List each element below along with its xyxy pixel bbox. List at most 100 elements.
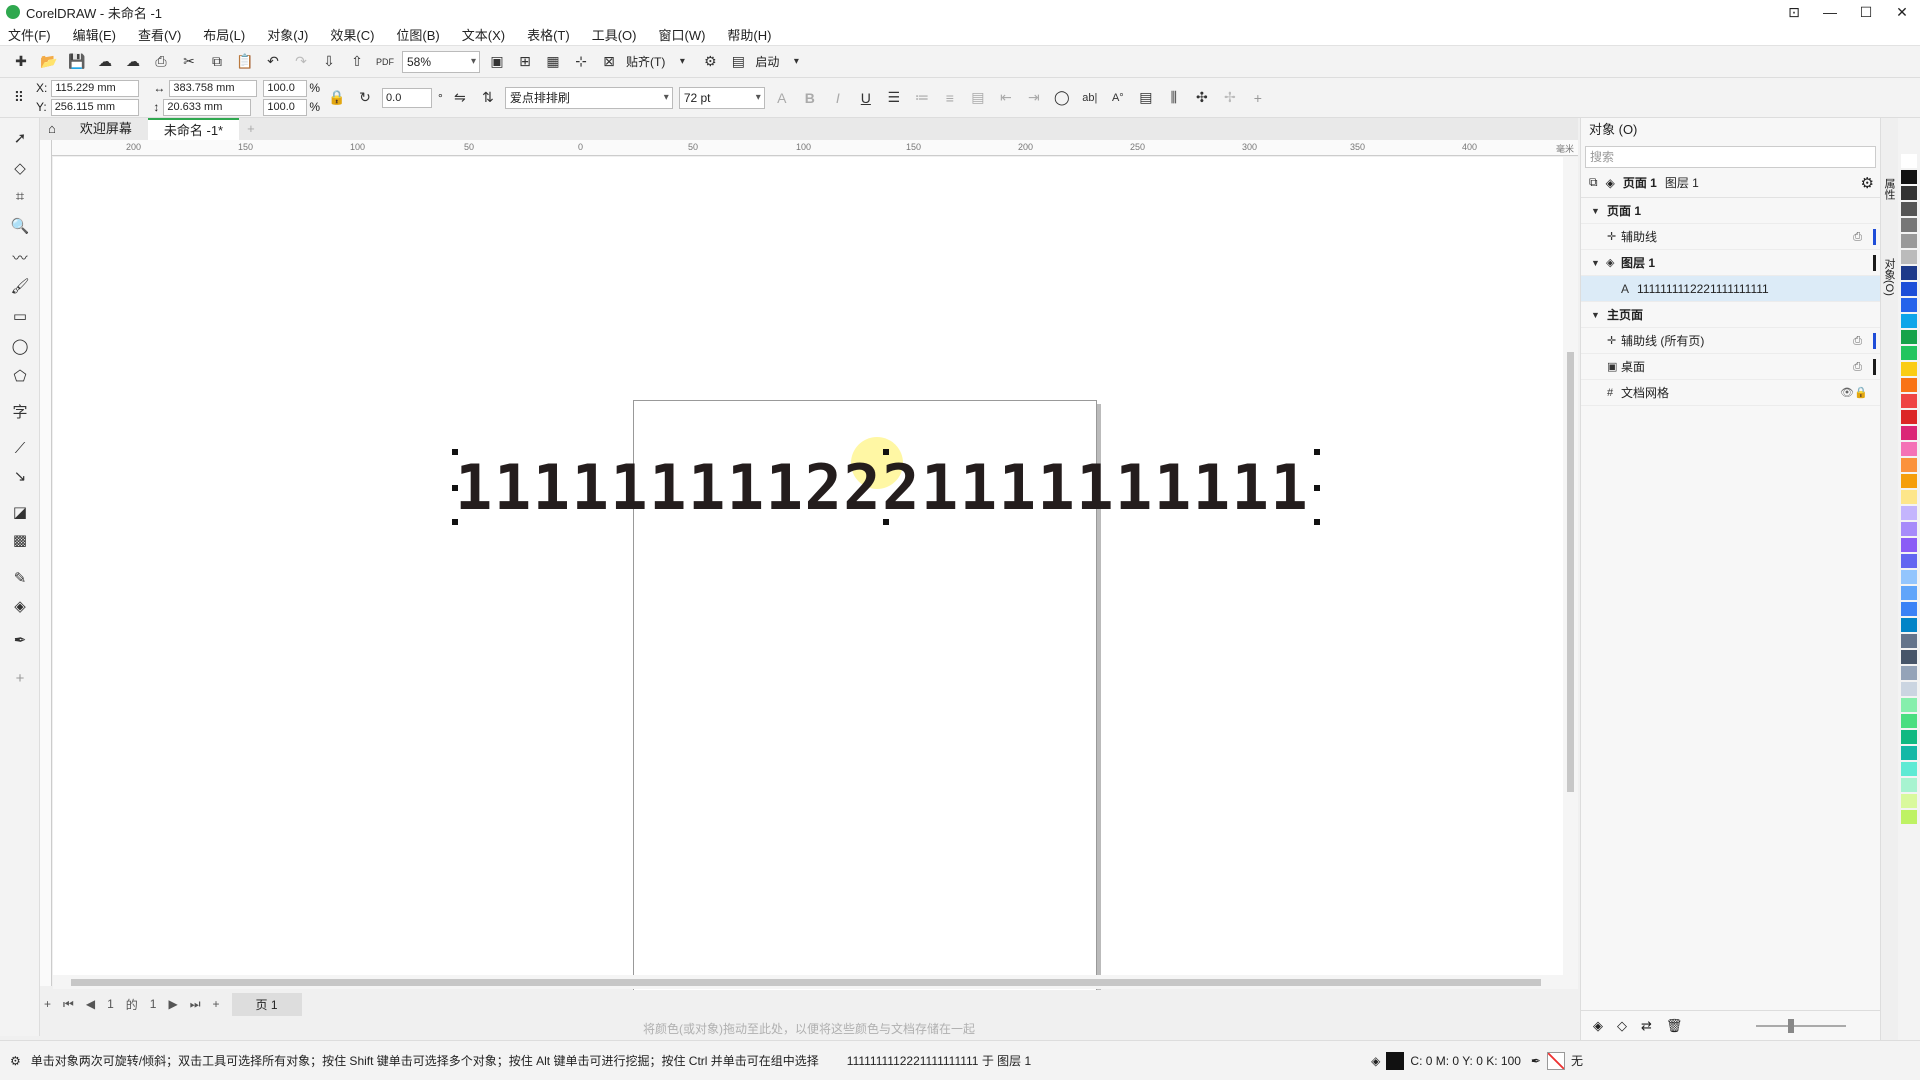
- palette-swatch[interactable]: [1901, 458, 1917, 473]
- fill-swatch[interactable]: [1386, 1051, 1405, 1070]
- ellipse-tool-icon[interactable]: ◯: [9, 336, 31, 358]
- launcher-icon[interactable]: ▤: [727, 51, 749, 73]
- height-field[interactable]: 20.633 mm: [163, 98, 252, 116]
- print-toggle-icon[interactable]: ⎙: [1853, 328, 1862, 354]
- palette-swatch[interactable]: [1901, 378, 1917, 393]
- new-layer-icon[interactable]: ◈: [1593, 1018, 1603, 1034]
- text-properties-icon[interactable]: ab|: [1079, 87, 1101, 109]
- selection-handle[interactable]: [883, 519, 889, 525]
- side-tab-properties[interactable]: 属性: [1883, 178, 1897, 200]
- menu-tools[interactable]: 工具(O): [592, 25, 637, 44]
- snap-to-dropdown[interactable]: 贴齐(T): [626, 53, 665, 70]
- selected-text-object[interactable]: 1111111112221111111111: [455, 452, 1323, 524]
- lock-icon[interactable]: 🔒: [1854, 380, 1868, 406]
- first-page-icon[interactable]: ⏮: [63, 997, 74, 1012]
- rotate-icon[interactable]: ↻: [354, 87, 376, 109]
- side-tab-objects[interactable]: 对象(O): [1883, 258, 1897, 296]
- tree-row-guides[interactable]: ✛ 辅助线 ⎙: [1581, 224, 1880, 250]
- shape-tool-icon[interactable]: ◇: [9, 158, 31, 180]
- palette-swatch[interactable]: [1901, 794, 1917, 809]
- add-page-icon[interactable]: +: [44, 997, 51, 1011]
- bold-button[interactable]: B: [799, 87, 821, 109]
- cloud-upload-icon[interactable]: ☁: [94, 51, 116, 73]
- options-gear-icon[interactable]: ⚙: [699, 51, 721, 73]
- minimize-button[interactable]: —: [1812, 0, 1848, 24]
- show-rulers-icon[interactable]: ⊞: [514, 51, 536, 73]
- palette-swatch[interactable]: [1901, 170, 1917, 185]
- palette-swatch[interactable]: [1901, 282, 1917, 297]
- menu-effects[interactable]: 效果(C): [330, 25, 374, 44]
- vertical-text-icon[interactable]: ⫼: [1163, 87, 1185, 109]
- selection-handle[interactable]: [883, 449, 889, 455]
- palette-swatch[interactable]: [1901, 682, 1917, 697]
- scroll-thumb[interactable]: [71, 979, 1541, 986]
- tab-welcome-screen[interactable]: 欢迎屏幕: [64, 118, 148, 140]
- new-tab-icon[interactable]: +: [239, 118, 263, 140]
- tree-row-layer-1[interactable]: ▼ ◈ 图层 1: [1581, 250, 1880, 276]
- panel-settings-gear-icon[interactable]: ⚙: [1861, 174, 1874, 192]
- menu-window[interactable]: 窗口(W): [658, 25, 705, 44]
- show-guides-icon[interactable]: ⊹: [570, 51, 592, 73]
- italic-button[interactable]: I: [827, 87, 849, 109]
- palette-swatch[interactable]: [1901, 730, 1917, 745]
- add-tool-icon[interactable]: +: [9, 668, 31, 690]
- palette-swatch[interactable]: [1901, 554, 1917, 569]
- next-page-icon[interactable]: ▶: [168, 997, 177, 1011]
- lock-ratio-icon[interactable]: 🔒: [326, 87, 348, 109]
- import-icon[interactable]: ⇩: [318, 51, 340, 73]
- copy-icon[interactable]: ⧉: [206, 51, 228, 73]
- layers-icon[interactable]: ◈: [1606, 176, 1615, 190]
- palette-swatch[interactable]: [1901, 586, 1917, 601]
- vertical-ruler[interactable]: [40, 140, 52, 986]
- menu-layout[interactable]: 布局(L): [203, 25, 245, 44]
- crop-tool-icon[interactable]: ⌗: [9, 186, 31, 208]
- menu-bitmap[interactable]: 位图(B): [396, 25, 439, 44]
- palette-swatch[interactable]: [1901, 618, 1917, 633]
- palette-swatch[interactable]: [1901, 538, 1917, 553]
- print-toggle-icon[interactable]: ⎙: [1853, 354, 1862, 380]
- mirror-vertical-icon[interactable]: ⇅: [477, 87, 499, 109]
- objects-search-input[interactable]: 搜索: [1585, 146, 1876, 168]
- palette-swatch[interactable]: [1901, 202, 1917, 217]
- selection-handle[interactable]: [1314, 449, 1320, 455]
- menu-text[interactable]: 文本(X): [462, 25, 505, 44]
- tree-row-text-object[interactable]: A 1111111112221111111111: [1581, 276, 1880, 302]
- palette-swatch[interactable]: [1901, 346, 1917, 361]
- drop-cap-icon[interactable]: ▤: [967, 87, 989, 109]
- interactive-fill-tool-icon[interactable]: ◈: [9, 596, 31, 618]
- underline-button[interactable]: U: [855, 87, 877, 109]
- palette-swatch[interactable]: [1901, 218, 1917, 233]
- paste-icon[interactable]: 📋: [234, 51, 256, 73]
- drop-shadow-tool-icon[interactable]: ◪: [9, 502, 31, 524]
- palette-swatch[interactable]: [1901, 250, 1917, 265]
- visibility-eye-icon[interactable]: 👁: [1840, 380, 1854, 406]
- tab-untitled-1[interactable]: 未命名 -1*: [147, 118, 240, 140]
- font-family-combo[interactable]: 爱点排排刷: [504, 86, 673, 109]
- tree-row-guides-all-pages[interactable]: ✛ 辅助线 (所有页) ⎙: [1581, 328, 1880, 354]
- palette-swatch[interactable]: [1901, 314, 1917, 329]
- add-page-after-icon[interactable]: +: [213, 997, 220, 1011]
- width-field[interactable]: 383.758 mm: [169, 79, 258, 97]
- export-pdf-icon[interactable]: PDF: [374, 51, 396, 73]
- text-tool-icon[interactable]: 字: [9, 402, 31, 424]
- selection-handle[interactable]: [1314, 485, 1320, 491]
- palette-swatch[interactable]: [1901, 330, 1917, 345]
- restore-icon[interactable]: ⊡: [1776, 0, 1812, 24]
- palette-swatch[interactable]: [1901, 570, 1917, 585]
- crumb-layer[interactable]: 图层 1: [1665, 174, 1699, 191]
- zoom-level-combo[interactable]: 58%: [402, 50, 480, 73]
- zoom-tool-icon[interactable]: 🔍: [9, 216, 31, 238]
- palette-swatch[interactable]: [1901, 698, 1917, 713]
- palette-swatch[interactable]: [1901, 154, 1917, 169]
- expand-arrow-icon[interactable]: ▼: [1591, 302, 1600, 328]
- palette-swatch[interactable]: [1901, 266, 1917, 281]
- increase-indent-icon[interactable]: ⇥: [1023, 87, 1045, 109]
- outline-pen-icon[interactable]: ✒: [1531, 1054, 1541, 1068]
- palette-swatch[interactable]: [1901, 394, 1917, 409]
- close-button[interactable]: ✕: [1884, 0, 1920, 24]
- scroll-thumb[interactable]: [1567, 352, 1574, 792]
- selection-handle[interactable]: [452, 449, 458, 455]
- redo-icon[interactable]: ↷: [290, 51, 312, 73]
- menu-edit[interactable]: 编辑(E): [73, 25, 116, 44]
- numbered-list-icon[interactable]: ≡: [939, 87, 961, 109]
